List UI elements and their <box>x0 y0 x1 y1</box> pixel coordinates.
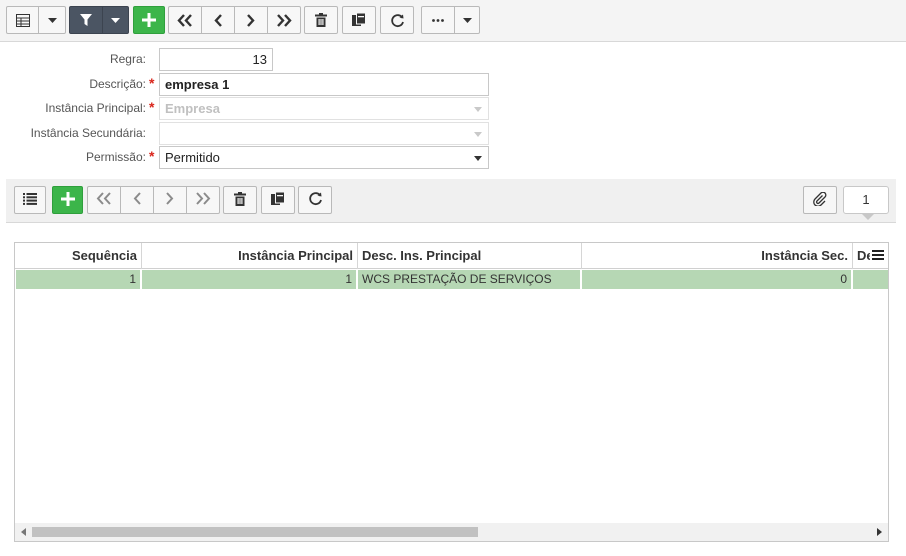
copy-detail-button[interactable] <box>261 186 295 214</box>
regra-value: 13 <box>252 52 267 67</box>
trash-icon <box>315 13 327 27</box>
table-row[interactable]: 1 1 WCS PRESTAÇÃO DE SERVIÇOS 0 <box>15 269 888 290</box>
filter-button[interactable] <box>69 6 103 34</box>
grid-view-icon <box>15 13 30 27</box>
cell-desc-ins-principal: WCS PRESTAÇÃO DE SERVIÇOS <box>358 270 580 289</box>
horizontal-scrollbar[interactable] <box>15 523 888 541</box>
column-header-sequencia[interactable]: Sequência <box>15 243 142 269</box>
instancia-principal-value: Empresa <box>165 101 220 116</box>
next-record-icon <box>246 13 256 27</box>
refresh-detail-button[interactable] <box>298 186 332 214</box>
next-detail-button[interactable] <box>153 186 187 214</box>
more-dropdown-button[interactable] <box>454 6 480 34</box>
scroll-right-icon[interactable] <box>877 528 882 536</box>
grid-header: Sequência Instância Principal Desc. Ins.… <box>15 243 888 269</box>
last-record-button[interactable] <box>267 6 301 34</box>
permissao-label: Permissão: <box>85 150 146 164</box>
permissao-value: Permitido <box>165 150 220 165</box>
required-marker: * <box>149 75 155 91</box>
last-record-icon <box>195 192 211 208</box>
detail-grid: Sequência Instância Principal Desc. Ins.… <box>14 242 889 542</box>
more-icon <box>432 18 444 22</box>
more-actions-button[interactable] <box>421 6 455 34</box>
next-record-icon <box>165 192 175 208</box>
first-record-button[interactable] <box>168 6 202 34</box>
view-dropdown-button[interactable] <box>38 6 66 34</box>
column-header-desc-ins-principal[interactable]: Desc. Ins. Principal <box>358 243 582 269</box>
cell-sequencia: 1 <box>16 270 140 289</box>
filter-dropdown-button[interactable] <box>102 6 129 34</box>
cell-extra <box>853 270 888 289</box>
instancia-principal-label: Instância Principal: <box>45 101 146 115</box>
last-detail-button[interactable] <box>186 186 220 214</box>
chevron-down-icon <box>462 17 472 23</box>
add-record-button[interactable] <box>133 6 165 34</box>
toggle-list-button[interactable] <box>14 186 46 214</box>
descricao-field[interactable]: empresa 1 <box>159 73 489 96</box>
required-marker: * <box>149 148 155 164</box>
previous-record-button[interactable] <box>201 6 235 34</box>
last-record-icon <box>276 13 292 27</box>
column-header-instancia-sec[interactable]: Instância Sec. <box>582 243 853 269</box>
refresh-icon <box>390 13 405 28</box>
next-record-button[interactable] <box>234 6 268 34</box>
refresh-button[interactable] <box>380 6 414 34</box>
scrollbar-thumb[interactable] <box>32 527 478 537</box>
first-detail-button[interactable] <box>87 186 121 214</box>
permissao-select[interactable]: Permitido <box>159 146 489 169</box>
copy-icon <box>271 191 285 209</box>
instancia-secundaria-select[interactable] <box>159 122 489 145</box>
main-toolbar <box>0 0 906 42</box>
delete-record-button[interactable] <box>304 6 338 34</box>
attachment-button[interactable] <box>803 186 837 214</box>
detail-toolbar: 1 <box>6 179 896 223</box>
hamburger-icon <box>872 249 884 263</box>
filter-icon <box>80 13 92 27</box>
previous-record-icon <box>213 13 223 27</box>
add-detail-button[interactable] <box>52 186 83 214</box>
plus-icon <box>60 191 75 209</box>
cell-instancia-principal: 1 <box>142 270 356 289</box>
instancia-secundaria-label: Instância Secundária: <box>30 126 146 140</box>
chevron-down-icon <box>47 17 57 23</box>
regra-field[interactable]: 13 <box>159 48 273 71</box>
delete-detail-button[interactable] <box>223 186 257 214</box>
first-record-icon <box>177 13 193 27</box>
copy-icon <box>352 13 366 27</box>
chevron-down-icon <box>474 156 482 161</box>
instancia-principal-select[interactable]: Empresa <box>159 97 489 120</box>
chevron-down-icon <box>111 17 120 23</box>
grid-view-button[interactable] <box>6 6 39 34</box>
record-counter: 1 <box>843 186 889 214</box>
scroll-left-icon[interactable] <box>21 528 26 536</box>
previous-record-icon <box>132 192 142 208</box>
descricao-value: empresa 1 <box>165 77 230 92</box>
trash-icon <box>234 191 246 209</box>
regra-label: Regra: <box>109 52 146 66</box>
column-header-instancia-principal[interactable]: Instância Principal <box>142 243 358 269</box>
counter-pointer <box>862 214 874 220</box>
copy-record-button[interactable] <box>342 6 376 34</box>
chevron-down-icon <box>474 132 482 137</box>
paperclip-icon <box>813 191 827 209</box>
refresh-icon <box>308 191 323 209</box>
plus-icon <box>142 13 156 27</box>
required-marker: * <box>149 99 155 115</box>
column-menu-button[interactable] <box>870 247 886 265</box>
first-record-icon <box>96 192 112 208</box>
descricao-label: Descrição: <box>89 77 146 91</box>
cell-instancia-sec: 0 <box>582 270 851 289</box>
previous-detail-button[interactable] <box>120 186 154 214</box>
list-icon <box>23 192 37 208</box>
chevron-down-icon <box>474 107 482 112</box>
